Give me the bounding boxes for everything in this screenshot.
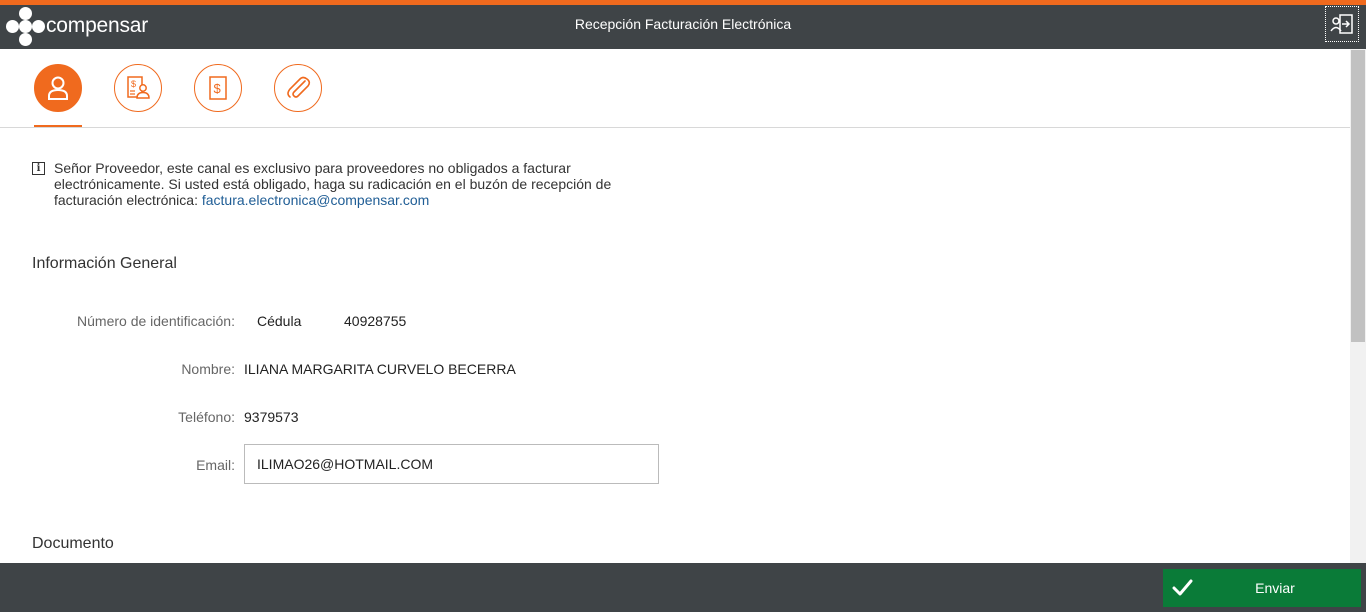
logout-button[interactable] — [1325, 6, 1359, 42]
invoice-person-icon: $ — [127, 76, 150, 99]
send-button[interactable]: Enviar — [1163, 569, 1361, 607]
provider-notice: i Señor Proveedor, este canal es exclusi… — [32, 160, 632, 208]
step-attachments[interactable] — [274, 64, 322, 112]
check-icon — [1172, 579, 1193, 596]
page-title: Recepción Facturación Electrónica — [574, 16, 792, 32]
email-label: Email: — [196, 457, 235, 473]
email-field[interactable] — [244, 444, 659, 484]
user-icon — [48, 76, 68, 100]
general-info-title: Información General — [32, 255, 177, 272]
name-label: Nombre: — [181, 361, 235, 377]
top-bar: compensar Recepción Facturación Electrón… — [0, 0, 1366, 49]
active-step-indicator — [34, 125, 82, 127]
dollar-document-icon: $ — [209, 76, 227, 100]
scrollbar[interactable] — [1350, 49, 1366, 563]
step-navigation: $ $ — [0, 49, 1350, 128]
phone-label: Teléfono: — [178, 409, 235, 425]
name-value: ILIANA MARGARITA CURVELO BECERRA — [244, 361, 516, 377]
id-type-value: Cédula — [257, 313, 302, 329]
id-label: Número de identificación: — [77, 313, 235, 329]
invoice-email-link[interactable]: factura.electronica@compensar.com — [202, 192, 429, 208]
step-invoice-value[interactable]: $ — [194, 64, 242, 112]
svg-text:$: $ — [131, 79, 136, 89]
svg-text:$: $ — [214, 81, 222, 96]
step-invoice-person[interactable]: $ — [114, 64, 162, 112]
phone-value: 9379573 — [244, 409, 299, 425]
document-title: Documento — [32, 535, 114, 552]
paperclip-icon — [287, 76, 311, 98]
bottom-bar: Enviar — [0, 563, 1366, 612]
info-icon: i — [32, 162, 45, 175]
id-number-value: 40928755 — [344, 313, 407, 329]
step-provider-info[interactable] — [34, 64, 82, 112]
scrollbar-thumb[interactable] — [1351, 50, 1365, 342]
logout-icon — [1330, 14, 1353, 34]
